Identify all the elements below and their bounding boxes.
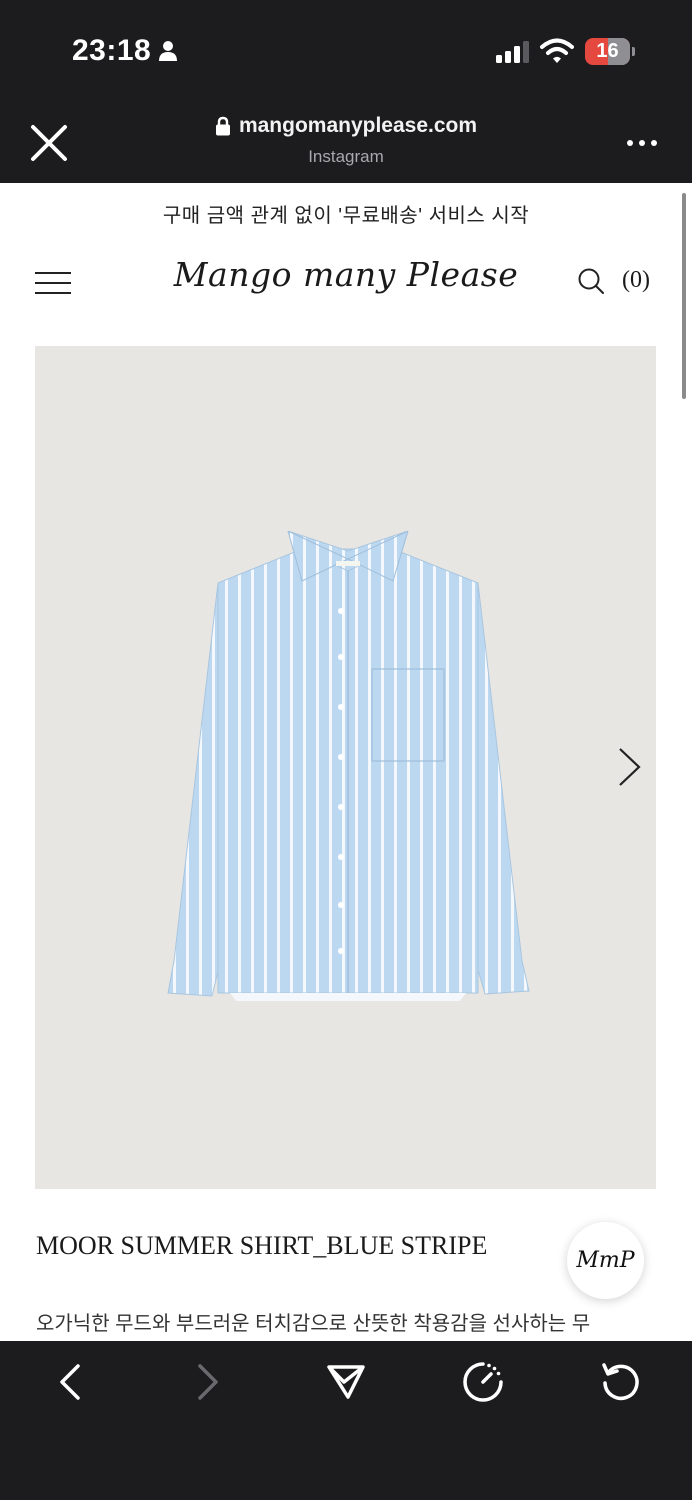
share-icon[interactable] <box>326 1363 366 1401</box>
back-icon[interactable] <box>58 1363 82 1401</box>
mmp-badge[interactable]: MmP <box>567 1222 644 1299</box>
url-source: Instagram <box>308 147 384 166</box>
lock-icon <box>215 116 230 136</box>
url-text: mangomanyplease.com <box>238 114 478 137</box>
speed-icon[interactable] <box>462 1361 504 1403</box>
status-bar: 23:18 16 <box>0 0 692 100</box>
person-icon <box>159 41 177 61</box>
shirt-image <box>167 531 530 1001</box>
refresh-icon[interactable] <box>600 1361 642 1403</box>
site-logo[interactable]: Mango many Please <box>140 255 552 294</box>
browser-bottom-bar <box>0 1341 692 1500</box>
wifi-icon <box>540 38 574 63</box>
status-time: 23:18 <box>72 34 152 67</box>
menu-icon[interactable] <box>35 271 71 295</box>
cart-count[interactable]: (0) <box>622 267 650 294</box>
product-description: 오가닉한 무드와 부드러운 터치감으로 산뜻한 착용감을 선사하는 무 <box>36 1313 591 1335</box>
search-icon[interactable] <box>577 267 605 295</box>
address-bar[interactable]: mangomanyplease.com Instagram <box>0 114 692 167</box>
forward-icon[interactable] <box>196 1363 220 1401</box>
notice-banner[interactable]: 구매 금액 관계 없이 '무료배송' 서비스 시작 <box>0 199 692 228</box>
signal-icon <box>496 41 529 63</box>
battery-icon: 16 <box>585 38 635 65</box>
web-content[interactable]: 구매 금액 관계 없이 '무료배송' 서비스 시작 Mango many Ple… <box>0 183 692 1341</box>
battery-level: 16 <box>596 40 619 62</box>
browser-header: mangomanyplease.com Instagram <box>0 100 692 183</box>
product-name: MOOR SUMMER SHIRT_BLUE STRIPE <box>36 1231 488 1260</box>
more-icon[interactable] <box>626 138 658 148</box>
product-image[interactable] <box>35 346 656 1189</box>
chevron-right-icon[interactable] <box>617 746 643 788</box>
